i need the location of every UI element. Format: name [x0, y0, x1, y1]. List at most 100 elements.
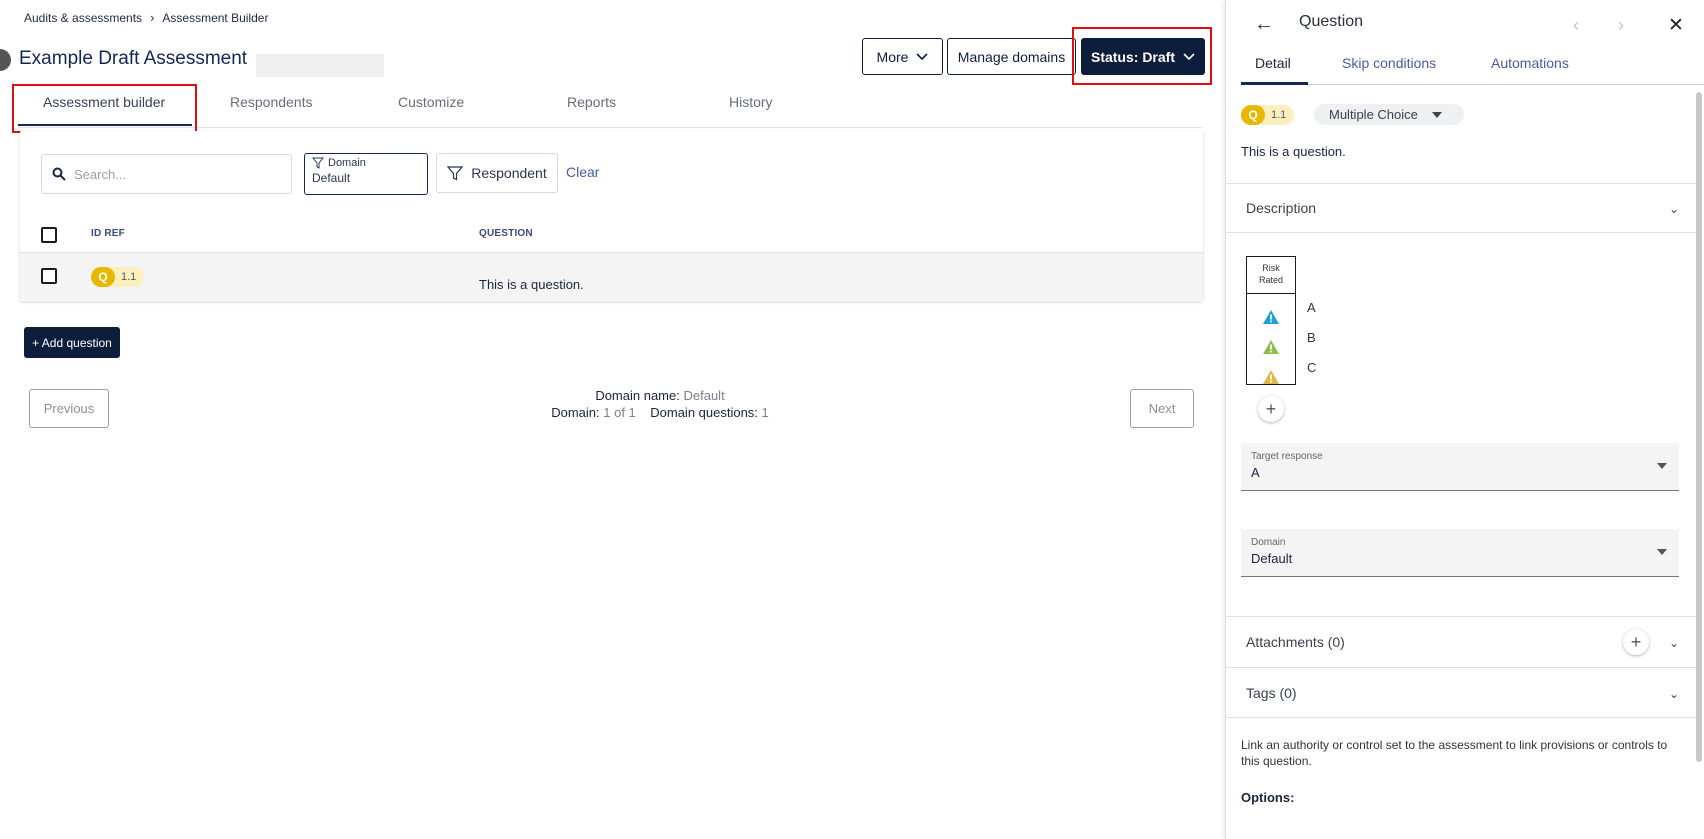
- search-icon: [52, 167, 66, 181]
- domain-questions-label: Domain questions:: [650, 405, 758, 420]
- domain-questions-value: 1: [761, 405, 769, 420]
- row-checkbox[interactable]: [41, 268, 57, 284]
- target-response-value: A: [1251, 465, 1260, 480]
- page-title: Example Draft Assessment: [19, 48, 248, 69]
- tab-reports[interactable]: Reports: [567, 94, 616, 110]
- tab-automations[interactable]: Automations: [1491, 55, 1569, 71]
- title-placeholder-tag: [256, 54, 384, 77]
- breadcrumb-link-audits[interactable]: Audits & assessments: [24, 11, 142, 25]
- more-button[interactable]: More: [862, 38, 943, 75]
- answer-option-label[interactable]: B: [1307, 330, 1316, 345]
- manage-domains-label: Manage domains: [957, 48, 1066, 65]
- filter-icon: [447, 166, 464, 181]
- table-header: ID REF QUESTION: [20, 217, 1203, 253]
- tags-heading: Tags (0): [1246, 685, 1297, 701]
- previous-button[interactable]: Previous: [29, 389, 109, 428]
- table-row[interactable]: Q 1.1: [20, 253, 1203, 300]
- chevron-down-icon[interactable]: ⌄: [1669, 202, 1679, 216]
- caret-down-icon: [1657, 463, 1667, 469]
- highlight-assessment-builder-tab: [12, 84, 197, 133]
- questions-card: Domain Default Respondent Clear ID REF Q…: [20, 131, 1203, 301]
- question-id-badge: Q 1.1: [1241, 105, 1295, 125]
- risk-warning-icon[interactable]: [1262, 339, 1280, 355]
- domain-filter[interactable]: Domain Default: [304, 153, 428, 195]
- answer-option-label[interactable]: A: [1307, 300, 1316, 315]
- caret-down-icon: [1657, 549, 1667, 555]
- question-type-badge: Q: [91, 267, 115, 287]
- domain-name-label: Domain name:: [595, 388, 680, 403]
- next-question-icon[interactable]: ›: [1618, 15, 1624, 36]
- domain-count-value: 1 of 1: [603, 405, 636, 420]
- filter-icon: [312, 157, 324, 169]
- manage-domains-button[interactable]: Manage domains: [947, 38, 1076, 75]
- column-header-id-ref[interactable]: ID REF: [91, 228, 125, 239]
- panel-tab-bar: Detail Skip conditions Automations: [1241, 48, 1704, 85]
- tab-history[interactable]: History: [729, 94, 773, 110]
- add-attachment-button[interactable]: +: [1623, 629, 1649, 655]
- respondent-filter[interactable]: Respondent: [436, 153, 558, 193]
- row-question-text[interactable]: This is a question.: [479, 277, 584, 292]
- link-authority-info: Link an authority or control set to the …: [1241, 738, 1668, 768]
- search-box[interactable]: [41, 154, 292, 194]
- question-type-select[interactable]: Multiple Choice: [1314, 104, 1464, 125]
- risk-warning-icon[interactable]: [1262, 369, 1280, 385]
- previous-question-icon[interactable]: ‹: [1573, 15, 1579, 36]
- chevron-right-icon: ›: [150, 10, 155, 25]
- question-id: 1.1: [121, 271, 137, 283]
- select-all-checkbox[interactable]: [41, 227, 57, 243]
- attachments-heading: Attachments (0): [1246, 634, 1345, 650]
- question-type-badge: Q: [1241, 105, 1265, 125]
- column-header-question[interactable]: QUESTION: [479, 228, 533, 239]
- highlight-status-button: [1072, 27, 1212, 85]
- target-response-select[interactable]: Target response A: [1241, 443, 1679, 491]
- risk-rated-header: Risk Rated: [1247, 257, 1295, 294]
- assessment-builder-pane: Audits & assessments › Assessment Builde…: [0, 0, 1225, 839]
- domain-pager-info: Domain name: Default Domain: 1 of 1 Doma…: [440, 387, 880, 421]
- question-id: 1.1: [1271, 109, 1287, 121]
- options-heading: Options:: [1241, 790, 1295, 805]
- attachments-section[interactable]: Attachments (0) + ⌄: [1226, 616, 1696, 667]
- question-detail-panel: ← Question ‹ › ✕ Detail Skip conditions …: [1225, 0, 1704, 839]
- chevron-down-icon[interactable]: ⌄: [1669, 687, 1679, 701]
- search-input[interactable]: [74, 166, 254, 182]
- tab-customize[interactable]: Customize: [398, 94, 464, 110]
- domain-name-value: Default: [683, 388, 725, 403]
- active-tab-indicator: [1241, 82, 1308, 85]
- risk-rated-table: Risk Rated: [1246, 256, 1296, 385]
- domain-filter-value: Default: [312, 171, 351, 185]
- tags-section[interactable]: Tags (0) ⌄: [1226, 667, 1696, 718]
- domain-select[interactable]: Domain Default: [1241, 529, 1679, 577]
- panel-title: Question: [1299, 13, 1364, 30]
- question-id-badge: Q 1.1: [91, 267, 145, 287]
- risk-header-line1: Risk: [1262, 263, 1280, 273]
- chevron-down-icon[interactable]: ⌄: [1669, 636, 1679, 650]
- domain-select-value: Default: [1251, 551, 1293, 566]
- collapse-nav-button[interactable]: [0, 49, 11, 71]
- domain-filter-label: Domain: [328, 157, 366, 169]
- tab-detail[interactable]: Detail: [1255, 55, 1291, 71]
- respondent-filter-label: Respondent: [471, 165, 547, 181]
- description-section[interactable]: Description ⌄: [1226, 183, 1696, 233]
- risk-warning-icon[interactable]: [1262, 309, 1280, 325]
- add-answer-button[interactable]: +: [1258, 396, 1284, 422]
- add-question-button[interactable]: + Add question: [24, 327, 120, 358]
- domain-count-label: Domain:: [551, 405, 600, 420]
- panel-scrollbar[interactable]: [1696, 92, 1702, 762]
- breadcrumb-current: Assessment Builder: [162, 10, 269, 25]
- answer-option-label[interactable]: C: [1307, 360, 1316, 375]
- caret-down-icon: [1431, 111, 1442, 118]
- next-button[interactable]: Next: [1130, 389, 1194, 428]
- close-icon[interactable]: ✕: [1668, 14, 1684, 37]
- question-type-value: Multiple Choice: [1329, 107, 1418, 122]
- chevron-down-icon: [916, 52, 929, 60]
- back-arrow-icon[interactable]: ←: [1254, 13, 1274, 36]
- clear-filters-link[interactable]: Clear: [566, 164, 599, 180]
- tab-skip-conditions[interactable]: Skip conditions: [1342, 55, 1436, 71]
- more-label: More: [876, 48, 909, 65]
- description-heading: Description: [1246, 200, 1317, 216]
- risk-header-line2: Rated: [1258, 275, 1284, 285]
- tab-respondents[interactable]: Respondents: [230, 94, 313, 110]
- target-response-label: Target response: [1251, 451, 1323, 462]
- domain-select-label: Domain: [1251, 537, 1286, 548]
- question-text[interactable]: This is a question.: [1241, 144, 1346, 159]
